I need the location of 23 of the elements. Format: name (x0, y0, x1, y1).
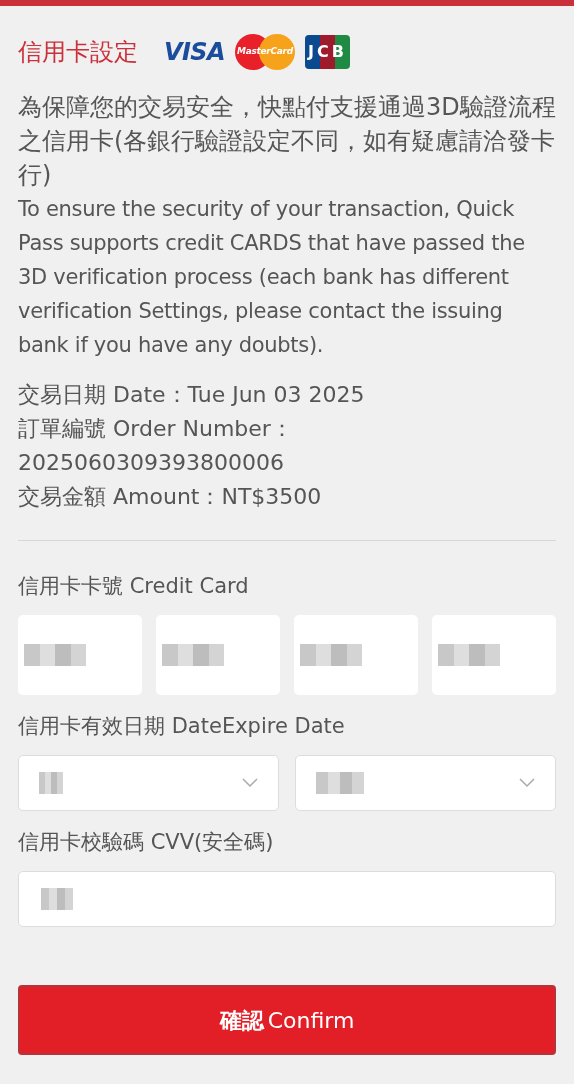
expiry-select[interactable] (18, 755, 279, 811)
info-label: 訂單編號 Order Number： (18, 415, 293, 443)
cvv-field[interactable] (18, 871, 556, 927)
field-label: 信用卡校驗碼 CVV(安全碼) (18, 830, 274, 854)
info-value: 2025060309393800006 (18, 449, 284, 477)
confirm-button[interactable]: 確認 Confirm (18, 985, 556, 1055)
info-value: Tue Jun 03 2025 (187, 381, 365, 409)
card-number-field[interactable] (156, 615, 280, 695)
expiry-select[interactable] (295, 755, 556, 811)
chevron-down-icon (519, 778, 535, 788)
chevron-down-icon (242, 778, 258, 788)
notice-text: To ensure the security of your transaction, Quick Pass supports credit CARDS that have passed the 3D verification process (each bank has different verification Settings, please contact the issuing bank if you have any doubts). (18, 196, 526, 359)
card-number-field[interactable] (18, 615, 142, 695)
field-label: 信用卡卡號 Credit Card (18, 574, 249, 598)
card-number-field[interactable] (432, 615, 556, 695)
info-label: 交易金額 Amount： (18, 483, 222, 511)
section-title: 信用卡設定 (18, 37, 138, 68)
card-number-field[interactable] (294, 615, 418, 695)
visa-logo: VISA (164, 37, 225, 68)
field-label: 信用卡有效日期 DateExpire Date (18, 714, 345, 738)
info-value: NT$3500 (221, 483, 322, 511)
notice-text: 為保障您的交易安全，快點付支援通過3D驗證流程之信用卡(各銀行驗證設定不同，如有疑慮請洽發卡行) (18, 92, 556, 191)
info-label: 交易日期 Date： (18, 381, 188, 409)
